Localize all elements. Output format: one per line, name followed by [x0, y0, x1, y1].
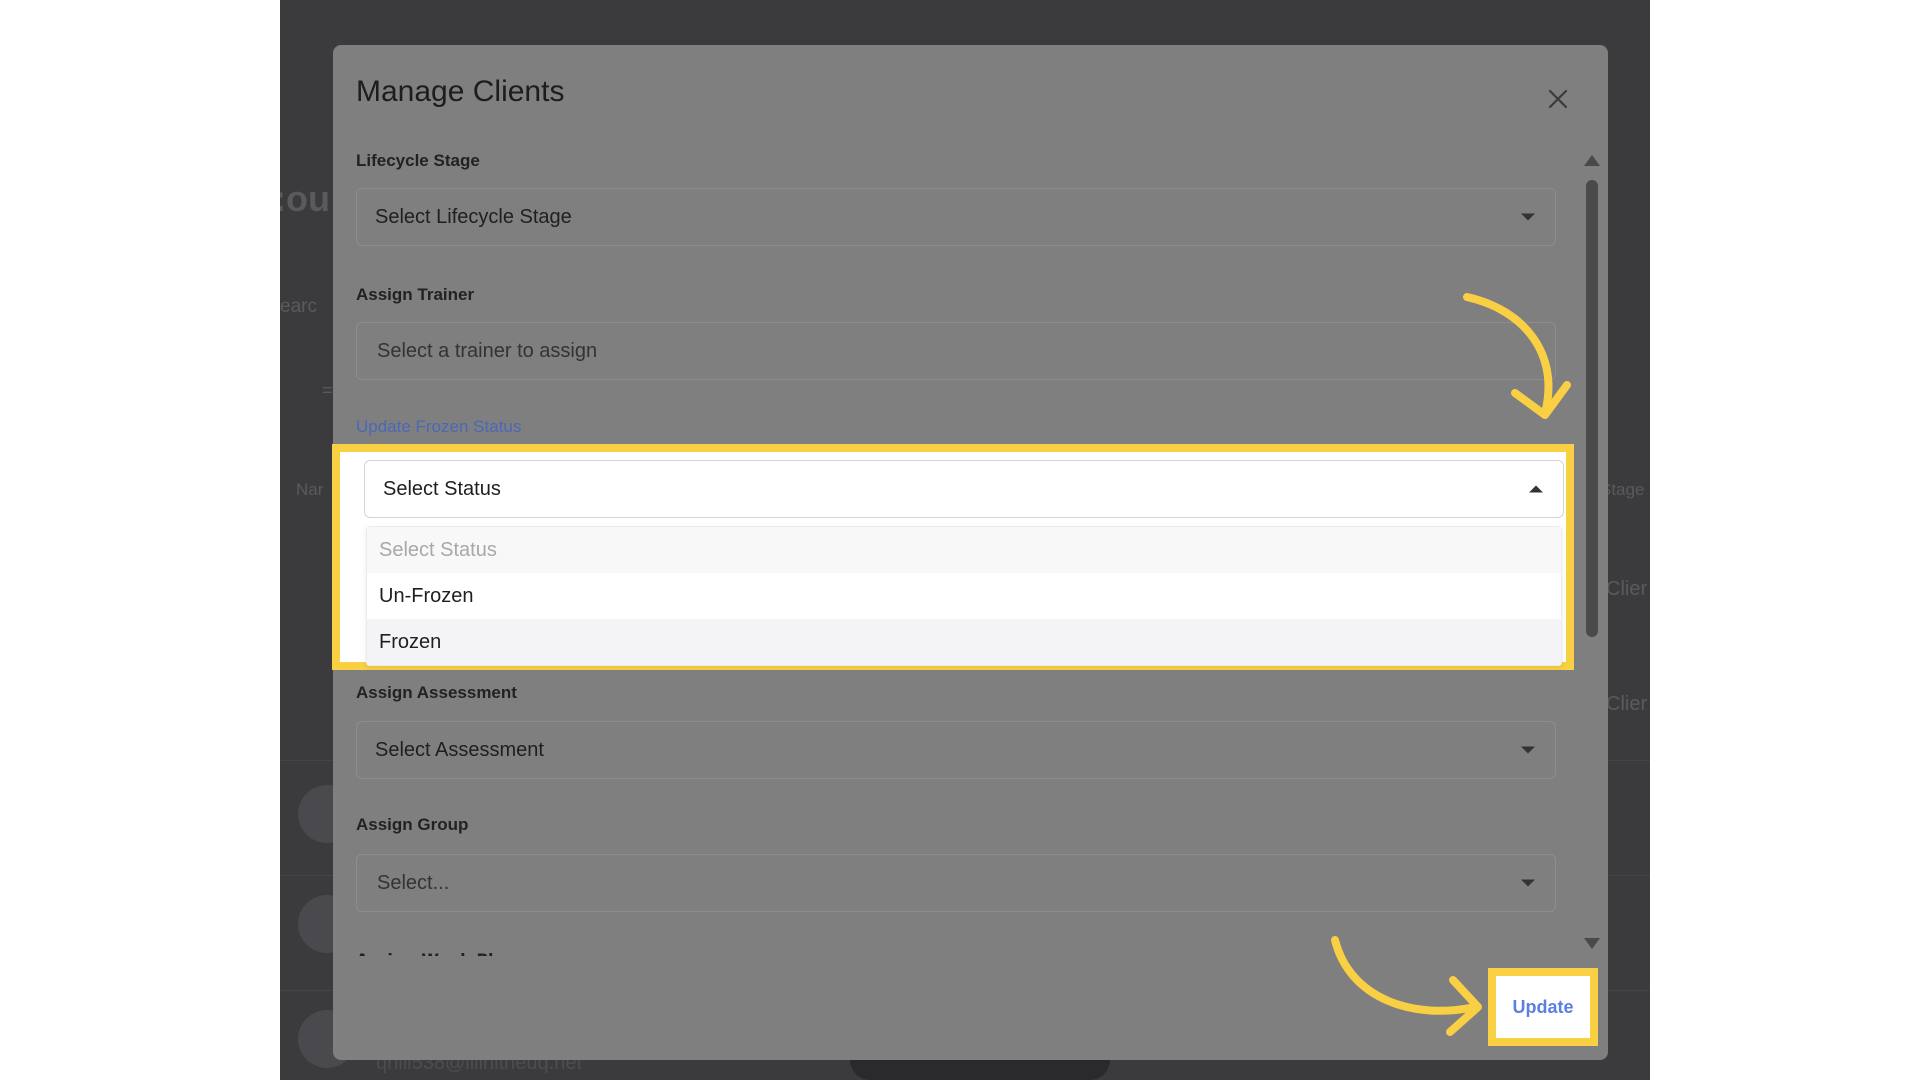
bg-client-cell: Clier: [1606, 578, 1648, 600]
assign-group-placeholder: Select...: [377, 871, 450, 894]
close-icon: [1548, 89, 1568, 109]
frozen-status-menu: Select Status Un-Frozen Frozen: [366, 526, 1562, 666]
bg-client-cell: Clier: [1606, 693, 1648, 715]
bg-page-title: :ou: [280, 178, 330, 219]
bg-name-column: Nar: [296, 480, 324, 499]
assign-assessment-label: Assign Assessment: [356, 683, 517, 702]
update-button[interactable]: Update: [1512, 997, 1573, 1018]
pointer-arrow-icon: [1331, 936, 1482, 1036]
assign-trainer-select[interactable]: Select a trainer to assign: [356, 322, 1556, 380]
assign-week-plan-label: Assign Week Plan: [356, 948, 516, 956]
menu-option-frozen[interactable]: Frozen: [367, 619, 1561, 665]
assign-trainer-label: Assign Trainer: [356, 285, 475, 304]
modal-title: Manage Clients: [356, 75, 565, 108]
pointer-arrow-icon: [1463, 293, 1571, 419]
scroll-down-arrow[interactable]: [1584, 938, 1600, 949]
update-highlight: Update: [1488, 968, 1598, 1046]
frozen-status-value: Select Status: [383, 477, 501, 500]
assign-group-select[interactable]: Select...: [356, 854, 1556, 912]
bg-search-input: earc: [280, 296, 317, 317]
lifecycle-stage-label: Lifecycle Stage: [356, 151, 480, 170]
frozen-status-select[interactable]: Select Status: [364, 460, 1564, 518]
assign-assessment-value: Select Assessment: [375, 738, 544, 761]
lifecycle-stage-value: Select Lifecycle Stage: [375, 205, 572, 228]
lifecycle-stage-select[interactable]: Select Lifecycle Stage: [356, 188, 1556, 246]
chevron-down-icon: [1521, 879, 1535, 887]
frozen-status-label: Update Frozen Status: [356, 417, 522, 436]
chevron-down-icon: [1521, 746, 1535, 754]
scroll-up-arrow[interactable]: [1584, 155, 1600, 166]
chevron-up-icon: [1529, 485, 1543, 493]
scrollbar-thumb[interactable]: [1586, 180, 1598, 637]
menu-option-un-frozen[interactable]: Un-Frozen: [367, 573, 1561, 619]
assign-trainer-placeholder: Select a trainer to assign: [377, 339, 598, 362]
bg-filter-icon: =: [322, 380, 333, 400]
assign-assessment-select[interactable]: Select Assessment: [356, 721, 1556, 779]
close-button[interactable]: [1540, 81, 1576, 117]
assign-group-label: Assign Group: [356, 815, 469, 834]
frozen-status-highlight: Select Status Select Status Un-Frozen Fr…: [332, 444, 1574, 670]
chevron-down-icon: [1521, 213, 1535, 221]
menu-option-select-status: Select Status: [367, 527, 1561, 573]
